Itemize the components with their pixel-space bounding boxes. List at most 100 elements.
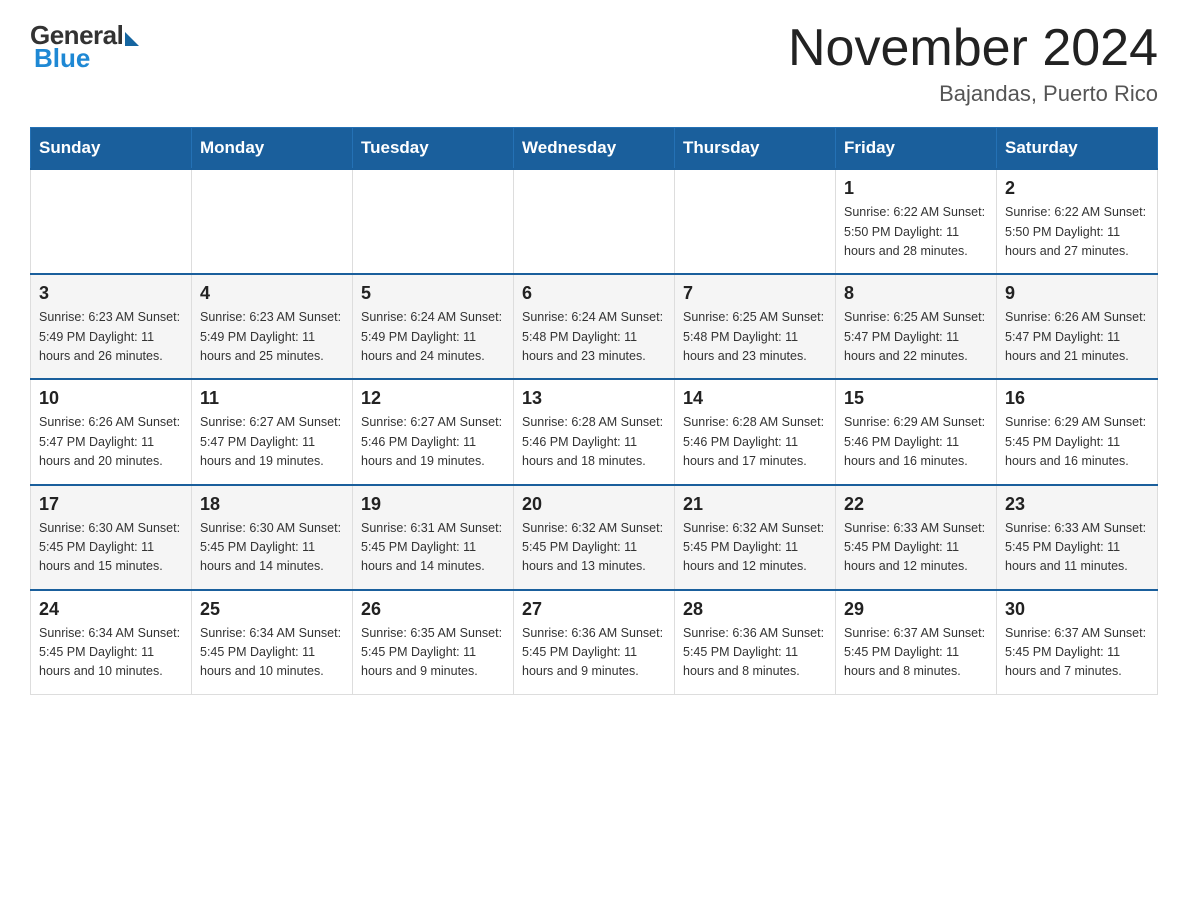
day-number: 30: [1005, 599, 1149, 620]
calendar-cell: 18 Sunrise: 6:30 AM Sunset: 5:45 PM Dayli…: [192, 485, 353, 590]
day-number: 4: [200, 283, 344, 304]
logo-triangle-icon: [125, 32, 139, 46]
weekday-header-wednesday: Wednesday: [514, 128, 675, 170]
calendar-cell: 22 Sunrise: 6:33 AM Sunset: 5:45 PM Dayli…: [836, 485, 997, 590]
calendar-cell: 25 Sunrise: 6:34 AM Sunset: 5:45 PM Dayli…: [192, 590, 353, 695]
day-info: Sunrise: 6:33 AM Sunset: 5:45 PM Dayligh…: [844, 519, 988, 577]
calendar-cell: 20 Sunrise: 6:32 AM Sunset: 5:45 PM Dayli…: [514, 485, 675, 590]
day-info: Sunrise: 6:32 AM Sunset: 5:45 PM Dayligh…: [522, 519, 666, 577]
calendar-cell: 10Sunrise: 6:26 AM Sunset: 5:47 PM Dayli…: [31, 379, 192, 484]
calendar-cell: [675, 169, 836, 274]
calendar-week-row: 24 Sunrise: 6:34 AM Sunset: 5:45 PM Dayli…: [31, 590, 1158, 695]
day-number: 27: [522, 599, 666, 620]
day-number: 18: [200, 494, 344, 515]
calendar-week-row: 10Sunrise: 6:26 AM Sunset: 5:47 PM Dayli…: [31, 379, 1158, 484]
calendar-table: SundayMondayTuesdayWednesdayThursdayFrid…: [30, 127, 1158, 695]
calendar-cell: 28 Sunrise: 6:36 AM Sunset: 5:45 PM Dayli…: [675, 590, 836, 695]
day-number: 26: [361, 599, 505, 620]
day-number: 20: [522, 494, 666, 515]
calendar-cell: 13 Sunrise: 6:28 AM Sunset: 5:46 PM Dayli…: [514, 379, 675, 484]
day-info: Sunrise: 6:27 AM Sunset: 5:46 PM Dayligh…: [361, 413, 505, 471]
month-title: November 2024: [788, 20, 1158, 77]
weekday-header-row: SundayMondayTuesdayWednesdayThursdayFrid…: [31, 128, 1158, 170]
day-number: 24: [39, 599, 183, 620]
calendar-cell: 23 Sunrise: 6:33 AM Sunset: 5:45 PM Dayli…: [997, 485, 1158, 590]
calendar-cell: 5 Sunrise: 6:24 AM Sunset: 5:49 PM Daylig…: [353, 274, 514, 379]
logo-blue-text: Blue: [34, 43, 90, 74]
day-info: Sunrise: 6:31 AM Sunset: 5:45 PM Dayligh…: [361, 519, 505, 577]
calendar-week-row: 3 Sunrise: 6:23 AM Sunset: 5:49 PM Daylig…: [31, 274, 1158, 379]
day-info: Sunrise: 6:25 AM Sunset: 5:48 PM Dayligh…: [683, 308, 827, 366]
day-info: Sunrise: 6:37 AM Sunset: 5:45 PM Dayligh…: [844, 624, 988, 682]
calendar-cell: 2 Sunrise: 6:22 AM Sunset: 5:50 PM Daylig…: [997, 169, 1158, 274]
weekday-header-saturday: Saturday: [997, 128, 1158, 170]
day-info: Sunrise: 6:26 AM Sunset: 5:47 PM Dayligh…: [39, 413, 183, 471]
day-info: Sunrise: 6:28 AM Sunset: 5:46 PM Dayligh…: [683, 413, 827, 471]
calendar-cell: [192, 169, 353, 274]
weekday-header-sunday: Sunday: [31, 128, 192, 170]
day-number: 22: [844, 494, 988, 515]
day-info: Sunrise: 6:34 AM Sunset: 5:45 PM Dayligh…: [200, 624, 344, 682]
day-info: Sunrise: 6:25 AM Sunset: 5:47 PM Dayligh…: [844, 308, 988, 366]
day-info: Sunrise: 6:36 AM Sunset: 5:45 PM Dayligh…: [683, 624, 827, 682]
day-number: 19: [361, 494, 505, 515]
calendar-cell: 11Sunrise: 6:27 AM Sunset: 5:47 PM Dayli…: [192, 379, 353, 484]
day-info: Sunrise: 6:28 AM Sunset: 5:46 PM Dayligh…: [522, 413, 666, 471]
weekday-header-tuesday: Tuesday: [353, 128, 514, 170]
day-number: 25: [200, 599, 344, 620]
day-info: Sunrise: 6:23 AM Sunset: 5:49 PM Dayligh…: [39, 308, 183, 366]
day-info: Sunrise: 6:30 AM Sunset: 5:45 PM Dayligh…: [200, 519, 344, 577]
calendar-cell: 6Sunrise: 6:24 AM Sunset: 5:48 PM Daylig…: [514, 274, 675, 379]
day-number: 28: [683, 599, 827, 620]
calendar-cell: 7 Sunrise: 6:25 AM Sunset: 5:48 PM Daylig…: [675, 274, 836, 379]
calendar-cell: 17Sunrise: 6:30 AM Sunset: 5:45 PM Dayli…: [31, 485, 192, 590]
calendar-cell: 3 Sunrise: 6:23 AM Sunset: 5:49 PM Daylig…: [31, 274, 192, 379]
day-number: 11: [200, 388, 344, 409]
calendar-cell: 14 Sunrise: 6:28 AM Sunset: 5:46 PM Dayli…: [675, 379, 836, 484]
day-info: Sunrise: 6:23 AM Sunset: 5:49 PM Dayligh…: [200, 308, 344, 366]
day-info: Sunrise: 6:22 AM Sunset: 5:50 PM Dayligh…: [1005, 203, 1149, 261]
day-info: Sunrise: 6:24 AM Sunset: 5:49 PM Dayligh…: [361, 308, 505, 366]
calendar-cell: 8 Sunrise: 6:25 AM Sunset: 5:47 PM Daylig…: [836, 274, 997, 379]
page-header: General Blue November 2024 Bajandas, Pue…: [30, 20, 1158, 107]
calendar-cell: [514, 169, 675, 274]
day-info: Sunrise: 6:37 AM Sunset: 5:45 PM Dayligh…: [1005, 624, 1149, 682]
day-number: 21: [683, 494, 827, 515]
day-info: Sunrise: 6:33 AM Sunset: 5:45 PM Dayligh…: [1005, 519, 1149, 577]
day-number: 16: [1005, 388, 1149, 409]
calendar-cell: 24 Sunrise: 6:34 AM Sunset: 5:45 PM Dayli…: [31, 590, 192, 695]
calendar-cell: 4 Sunrise: 6:23 AM Sunset: 5:49 PM Daylig…: [192, 274, 353, 379]
day-number: 1: [844, 178, 988, 199]
calendar-cell: 15Sunrise: 6:29 AM Sunset: 5:46 PM Dayli…: [836, 379, 997, 484]
day-info: Sunrise: 6:22 AM Sunset: 5:50 PM Dayligh…: [844, 203, 988, 261]
day-info: Sunrise: 6:35 AM Sunset: 5:45 PM Dayligh…: [361, 624, 505, 682]
calendar-week-row: 17Sunrise: 6:30 AM Sunset: 5:45 PM Dayli…: [31, 485, 1158, 590]
day-number: 14: [683, 388, 827, 409]
day-number: 23: [1005, 494, 1149, 515]
day-number: 2: [1005, 178, 1149, 199]
day-info: Sunrise: 6:26 AM Sunset: 5:47 PM Dayligh…: [1005, 308, 1149, 366]
logo: General Blue: [30, 20, 139, 74]
weekday-header-monday: Monday: [192, 128, 353, 170]
day-info: Sunrise: 6:29 AM Sunset: 5:45 PM Dayligh…: [1005, 413, 1149, 471]
calendar-cell: 12 Sunrise: 6:27 AM Sunset: 5:46 PM Dayli…: [353, 379, 514, 484]
day-number: 13: [522, 388, 666, 409]
day-number: 8: [844, 283, 988, 304]
calendar-cell: 16 Sunrise: 6:29 AM Sunset: 5:45 PM Dayli…: [997, 379, 1158, 484]
day-info: Sunrise: 6:32 AM Sunset: 5:45 PM Dayligh…: [683, 519, 827, 577]
location-label: Bajandas, Puerto Rico: [788, 81, 1158, 107]
day-number: 12: [361, 388, 505, 409]
day-info: Sunrise: 6:34 AM Sunset: 5:45 PM Dayligh…: [39, 624, 183, 682]
day-info: Sunrise: 6:24 AM Sunset: 5:48 PM Dayligh…: [522, 308, 666, 366]
day-number: 7: [683, 283, 827, 304]
day-number: 15: [844, 388, 988, 409]
calendar-cell: 21 Sunrise: 6:32 AM Sunset: 5:45 PM Dayli…: [675, 485, 836, 590]
calendar-cell: 9 Sunrise: 6:26 AM Sunset: 5:47 PM Daylig…: [997, 274, 1158, 379]
day-number: 3: [39, 283, 183, 304]
day-number: 5: [361, 283, 505, 304]
day-number: 9: [1005, 283, 1149, 304]
day-number: 29: [844, 599, 988, 620]
calendar-cell: [353, 169, 514, 274]
calendar-cell: [31, 169, 192, 274]
calendar-cell: 26 Sunrise: 6:35 AM Sunset: 5:45 PM Dayli…: [353, 590, 514, 695]
